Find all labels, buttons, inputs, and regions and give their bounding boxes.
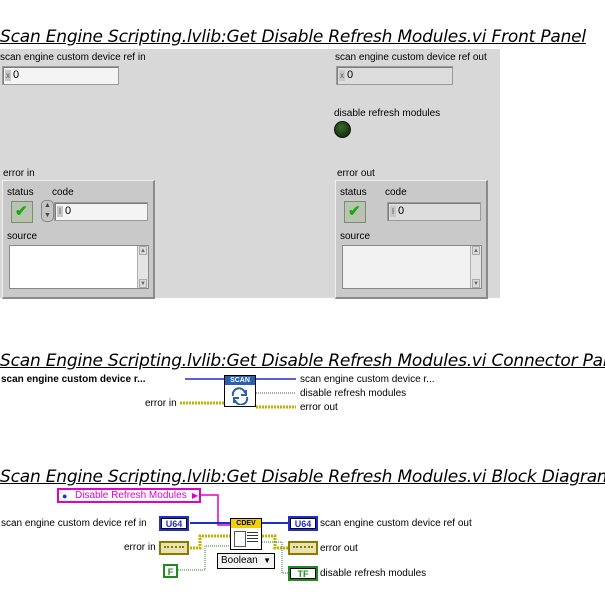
error-out-terminal[interactable] [288,541,318,555]
ref-out-label: scan engine custom device ref out [335,52,487,63]
spin-down-icon: ▼ [44,212,51,219]
disable-refresh-label: disable refresh modules [334,108,441,119]
bd-error-in-label: error in [124,542,156,553]
document-icon [234,531,246,547]
ref-out-indicator: x 0 [336,66,453,85]
ref-in-label: scan engine custom device ref in [0,52,146,63]
code-value: 0 [65,205,72,217]
front-panel-title: Scan Engine Scripting.lvlib:Get Disable … [0,27,586,47]
scroll-up-icon[interactable]: ▲ [472,246,480,255]
ref-in-terminal[interactable]: U64 [159,516,189,531]
scroll-up-icon[interactable]: ▲ [139,246,147,255]
bd-ref-in-label: scan engine custom device ref in [1,518,147,529]
radix-icon: x [339,70,345,81]
get-property-subvi[interactable]: CDEV [230,518,262,550]
front-panel: scan engine custom device ref in x 0 sca… [0,49,500,299]
check-icon: ✔ [348,203,361,220]
status-checkbox[interactable]: ✔ [11,201,33,223]
connector-pane-icon[interactable]: SCAN [224,375,256,407]
code-label: code [52,187,74,198]
error-out-label: error out [337,168,375,179]
bd-bool-label: disable refresh modules [320,568,427,579]
source-input[interactable]: ▲ ▼ [9,245,149,289]
source-label: source [7,231,38,242]
check-icon: ✔ [15,203,28,220]
radix-icon: I [57,206,63,217]
type-dropdown[interactable]: Boolean ▼ [217,553,275,569]
scroll-down-icon[interactable]: ▼ [472,279,480,288]
error-in-cluster: status code ✔ ▲ ▼ I 0 source ▲ ▼ [2,180,155,299]
cluster-pattern-icon [293,546,313,552]
status-label: status [340,187,367,198]
source-label: source [340,231,371,242]
status-label: status [7,187,34,198]
code-value: 0 [398,205,405,217]
radix-icon: x [5,70,11,81]
scroll-down-icon[interactable]: ▼ [139,279,147,288]
ref-out-terminal[interactable]: U64 [288,516,318,531]
source-indicator: ▲ ▼ [342,245,482,289]
refresh-icon [231,387,249,405]
disable-refresh-led-indicator [334,121,351,138]
error-in-terminal[interactable] [159,541,189,555]
scan-banner: SCAN [225,376,255,385]
cdev-banner: CDEV [231,519,261,528]
ref-out-value: 0 [347,69,354,81]
error-out-cluster: status code ✔ I 0 source ▲ ▼ [335,180,488,299]
chevron-down-icon: ▼ [263,556,271,565]
source-scrollbar[interactable]: ▲ ▼ [470,246,481,288]
source-scrollbar[interactable]: ▲ ▼ [137,246,148,288]
cluster-pattern-icon [164,546,184,552]
error-in-label: error in [3,168,35,179]
code-indicator: I 0 [387,202,481,221]
property-wire [201,494,232,526]
code-input[interactable]: I 0 [54,202,148,221]
status-indicator: ✔ [344,201,366,223]
false-constant[interactable]: F [163,564,178,578]
spin-up-icon: ▲ [44,202,51,209]
radix-icon: I [390,206,396,217]
code-label: code [385,187,407,198]
list-icon [247,532,258,543]
bd-error-out-label: error out [320,543,358,554]
bool-out-terminal[interactable]: TF [288,566,318,581]
connector-pane-wires [180,378,296,409]
bd-ref-out-label: scan engine custom device ref out [320,518,472,529]
ref-in-control[interactable]: x 0 [2,66,119,85]
code-spinner[interactable]: ▲ ▼ [41,200,54,222]
ref-in-value: 0 [13,69,20,81]
type-value: Boolean [221,555,258,566]
